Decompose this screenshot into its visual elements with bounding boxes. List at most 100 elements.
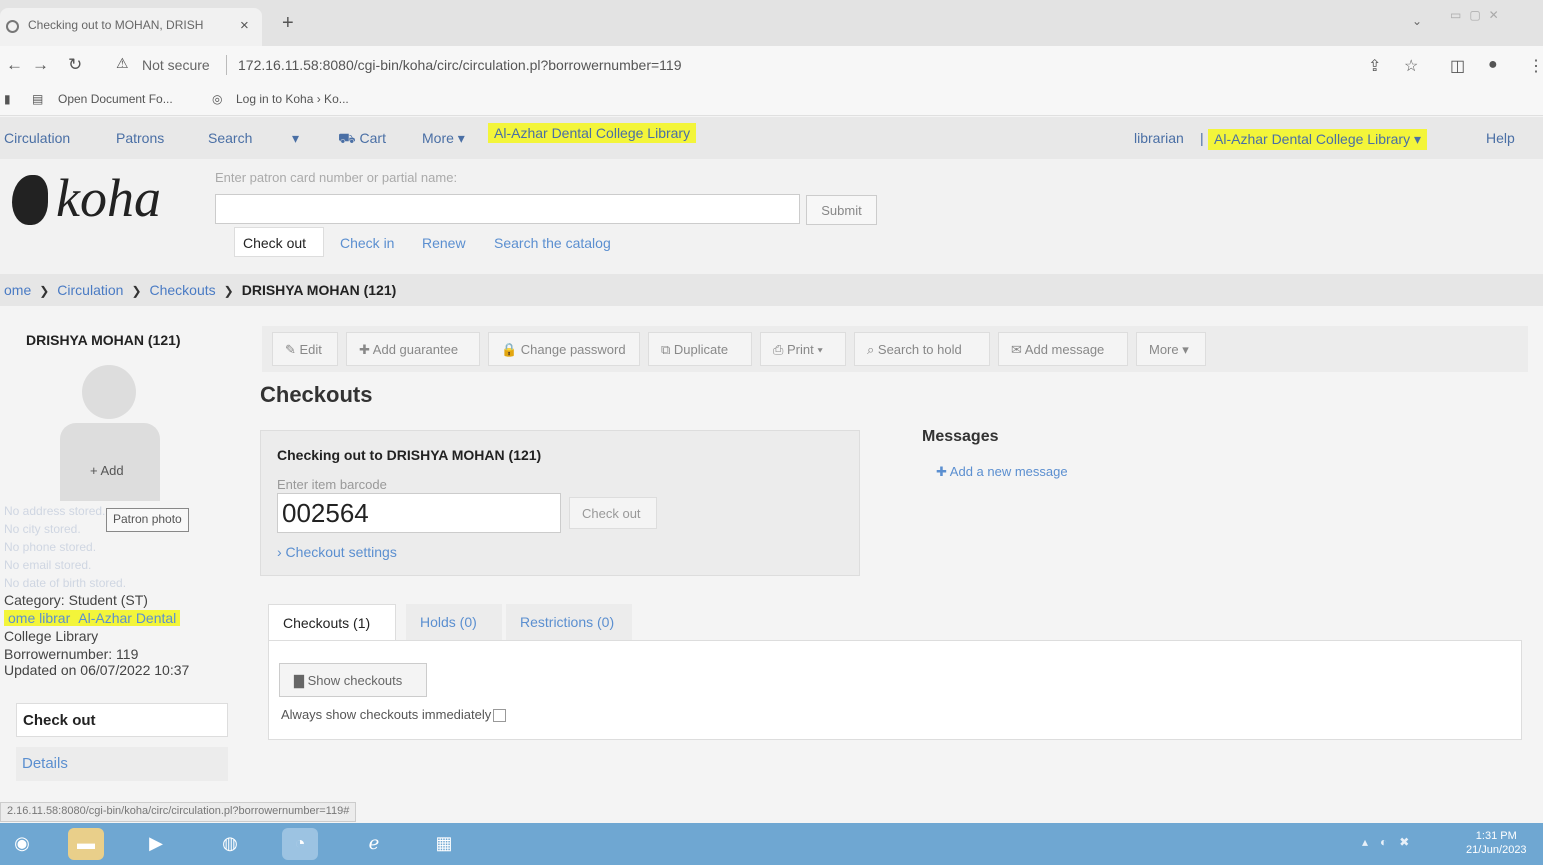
bookmark-koha-login[interactable]: Log in to Koha › Ko...: [236, 92, 349, 106]
patron-updated: Updated on 06/07/2022 10:37: [4, 662, 190, 678]
cart-icon: ⛟: [338, 130, 360, 146]
checkout-tabs: Checkouts (1) Holds (0) Restrictions (0): [268, 604, 1522, 640]
apps-icon[interactable]: ▮: [4, 92, 11, 106]
excel-icon[interactable]: ▦: [426, 828, 462, 860]
nav-search-dropdown[interactable]: ▾: [292, 130, 299, 147]
always-show-row: Always show checkouts immediately: [281, 707, 507, 723]
subtab-renew[interactable]: Renew: [422, 235, 466, 251]
chrome-icon[interactable]: ◔: [282, 828, 318, 860]
bookmark-open-document[interactable]: Open Document Fo...: [58, 92, 173, 106]
chevron-right-icon: ❯: [39, 284, 50, 298]
system-tray-icon[interactable]: ▴◐✖: [1362, 835, 1421, 849]
patron-photo[interactable]: + Add: [60, 365, 160, 501]
page-title: Checkouts: [260, 382, 373, 407]
breadcrumb-checkouts[interactable]: Checkouts: [150, 282, 216, 298]
subtab-check-in[interactable]: Check in: [340, 235, 394, 251]
side-menu-details[interactable]: Details: [16, 747, 228, 781]
menu-kebab-icon[interactable]: ⋮: [1528, 56, 1543, 76]
document-icon: ▤: [32, 92, 44, 106]
patron-email: No email stored.: [4, 558, 92, 572]
tab-search-icon[interactable]: ⌄: [1412, 14, 1422, 28]
nav-user-separator: |: [1200, 130, 1204, 146]
patron-name: DRISHYA MOHAN (121): [26, 332, 181, 348]
more-button[interactable]: More ▾: [1136, 332, 1206, 366]
url-separator: [226, 55, 227, 75]
checkout-settings-link[interactable]: › Checkout settings: [277, 544, 397, 560]
patron-address: No address stored.: [4, 504, 106, 518]
address-bar: ← → ↻ ⚠ Not secure 172.16.11.58:8080/cgi…: [0, 46, 1543, 86]
home-library-value: Al-Azhar Dental: [74, 610, 181, 626]
edit-button[interactable]: ✎ Edit: [272, 332, 338, 366]
media-player-icon[interactable]: ▶: [138, 828, 174, 860]
search-to-hold-button[interactable]: ⌕ Search to hold: [854, 332, 990, 366]
subtab-search-catalog[interactable]: Search the catalog: [494, 235, 611, 251]
home-library-cont: College Library: [4, 628, 99, 644]
tab-restrictions[interactable]: Restrictions (0): [506, 604, 632, 640]
library-banner: Al-Azhar Dental College Library: [488, 123, 697, 143]
patron-phone: No phone stored.: [4, 540, 97, 554]
profile-icon[interactable]: ●: [1488, 56, 1498, 74]
taskbar-clock[interactable]: 1:31 PM 21/Jun/2023: [1466, 829, 1527, 857]
window-controls-icon[interactable]: ▭▢✕: [1450, 8, 1507, 22]
check-out-button[interactable]: Check out: [569, 497, 657, 529]
bookmark-star-icon[interactable]: ☆: [1404, 56, 1418, 76]
avatar-body: [60, 423, 160, 501]
patron-borrowernumber: Borrowernumber: 119: [4, 646, 139, 662]
add-photo-button[interactable]: + Add: [90, 463, 124, 478]
add-guarantee-button[interactable]: ✚ Add guarantee: [346, 332, 480, 366]
globe-icon: ◎: [212, 92, 223, 106]
barcode-label: Enter item barcode: [277, 477, 387, 492]
file-explorer-icon[interactable]: ▬: [68, 828, 104, 860]
omnibox[interactable]: ⚠ Not secure 172.16.11.58:8080/cgi-bin/k…: [108, 52, 1438, 80]
patron-category: Category: Student (ST): [4, 592, 148, 608]
home-library-label: ome librar: [4, 610, 75, 626]
patron-search-input[interactable]: [215, 194, 800, 224]
duplicate-button[interactable]: ⧉ Duplicate: [648, 332, 752, 366]
add-new-message-link[interactable]: ✚ Add a new message: [936, 464, 1068, 480]
nav-branch[interactable]: Al-Azhar Dental College Library ▾: [1208, 129, 1428, 150]
side-panel-icon[interactable]: ◫: [1450, 56, 1465, 76]
tab-holds[interactable]: Holds (0): [406, 604, 502, 640]
nav-cart-label: Cart: [359, 130, 386, 146]
submit-button[interactable]: Submit: [806, 195, 877, 225]
back-icon[interactable]: ←: [6, 55, 23, 75]
barcode-input[interactable]: 002564: [277, 493, 561, 533]
side-menu-check-out[interactable]: Check out: [16, 703, 228, 737]
add-message-button[interactable]: ✉ Add message: [998, 332, 1128, 366]
koha-navbar: Circulation Patrons Search ▾ ⛟ Cart More…: [0, 117, 1543, 159]
breadcrumb-circulation[interactable]: Circulation: [57, 282, 123, 298]
internet-explorer-icon[interactable]: ℯ: [356, 828, 392, 860]
tab-title: Checking out to MOHAN, DRISH: [28, 18, 204, 32]
nav-cart[interactable]: ⛟ Cart: [338, 130, 386, 149]
not-secure-label: Not secure: [142, 57, 210, 73]
new-tab-button[interactable]: +: [282, 12, 294, 35]
nav-help[interactable]: Help: [1486, 130, 1515, 146]
share-icon[interactable]: ⇪: [1368, 56, 1381, 76]
nav-circulation[interactable]: Circulation: [4, 130, 70, 146]
nav-search[interactable]: Search: [208, 130, 252, 146]
firefox-icon[interactable]: ◍: [212, 828, 248, 860]
show-checkouts-button[interactable]: ▇ Show checkouts: [279, 663, 427, 697]
patron-city: No city stored.: [4, 522, 81, 536]
url-text[interactable]: 172.16.11.58:8080/cgi-bin/koha/circ/circ…: [238, 57, 681, 73]
browser-tab[interactable]: Checking out to MOHAN, DRISH ×: [0, 8, 262, 46]
patron-sidebar: DRISHYA MOHAN (121) + Add No address sto…: [0, 320, 228, 790]
nav-patrons[interactable]: Patrons: [116, 130, 164, 146]
warning-icon: ⚠: [116, 55, 129, 71]
avatar-head: [82, 365, 136, 419]
checkout-box: Checking out to DRISHYA MOHAN (121) Ente…: [260, 430, 860, 576]
start-icon[interactable]: ◉: [4, 828, 40, 860]
subtab-check-out[interactable]: Check out: [234, 227, 324, 257]
forward-icon[interactable]: →: [32, 55, 49, 75]
print-button[interactable]: ⎙ Print ▾: [760, 332, 846, 366]
reload-icon[interactable]: ↻: [68, 55, 82, 75]
nav-more[interactable]: More ▾: [422, 130, 465, 147]
tab-checkouts[interactable]: Checkouts (1): [268, 604, 396, 640]
patron-dob: No date of birth stored.: [4, 576, 127, 590]
nav-user[interactable]: librarian: [1134, 130, 1184, 146]
tab-close-icon[interactable]: ×: [240, 17, 249, 34]
change-password-button[interactable]: 🔒 Change password: [488, 332, 640, 366]
breadcrumb-home[interactable]: ome: [4, 282, 31, 298]
messages-heading: Messages: [922, 428, 999, 445]
always-show-checkbox[interactable]: [493, 709, 507, 723]
